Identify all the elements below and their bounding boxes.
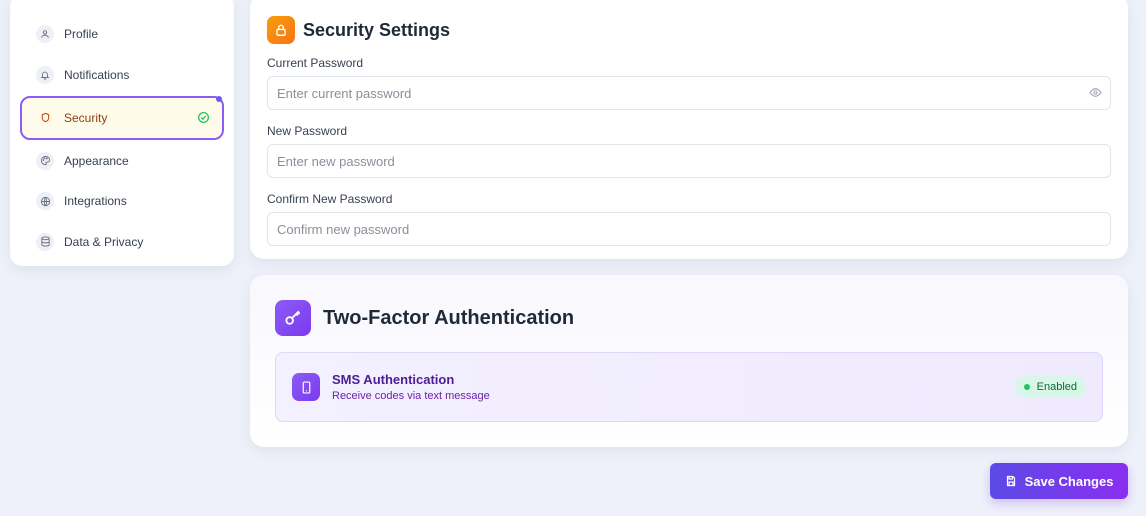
sidebar-item-notifications[interactable]: Notifications	[20, 55, 224, 95]
status-label: Enabled	[1036, 381, 1077, 393]
sidebar-item-profile[interactable]: Profile	[20, 14, 224, 54]
save-icon	[1005, 475, 1017, 487]
status-dot	[1023, 384, 1030, 390]
new-password-label: New Password	[267, 124, 348, 138]
confirm-password-label: Confirm New Password	[267, 192, 393, 206]
security-settings-card: Security Settings Current Password New P…	[250, 0, 1128, 259]
status-badge: Enabled	[1014, 376, 1086, 398]
sidebar-item-label: Integrations	[64, 194, 127, 208]
card-title: Security Settings	[303, 19, 451, 40]
save-button-label: Save Changes	[1024, 473, 1114, 489]
settings-sidebar: Profile Notifications Security Appearanc…	[10, 0, 234, 266]
shield-icon	[36, 109, 54, 127]
globe-icon	[36, 192, 54, 210]
active-indicator-dot	[216, 95, 222, 102]
sidebar-item-label: Appearance	[64, 153, 129, 168]
method-description: Receive codes via text message	[332, 390, 490, 402]
card-title: Two-Factor Authentication	[323, 306, 575, 329]
key-icon	[275, 300, 311, 336]
sidebar-item-data-privacy[interactable]: Data & Privacy	[20, 222, 224, 262]
save-changes-button[interactable]: Save Changes	[990, 463, 1128, 499]
two-factor-card: Two-Factor Authentication SMS Authentica…	[250, 275, 1128, 447]
sidebar-item-label: Notifications	[64, 67, 130, 82]
new-password-input[interactable]	[267, 144, 1111, 178]
sidebar-item-security[interactable]: Security	[20, 95, 224, 140]
method-title: SMS Authentication	[332, 372, 455, 387]
sidebar-item-integrations[interactable]: Integrations	[20, 181, 224, 221]
current-password-label: Current Password	[267, 56, 364, 70]
user-icon	[36, 25, 54, 43]
sidebar-item-appearance[interactable]: Appearance	[20, 141, 224, 181]
sms-authentication-row[interactable]: SMS Authentication Receive codes via tex…	[275, 352, 1103, 422]
card-header: Security Settings	[267, 16, 1111, 44]
smartphone-icon	[292, 373, 320, 401]
card-header: Two-Factor Authentication	[275, 300, 1103, 336]
sidebar-item-label: Security	[64, 110, 108, 125]
database-icon	[36, 232, 54, 251]
check-circle-icon	[196, 111, 210, 125]
sidebar-item-label: Profile	[64, 27, 99, 41]
eye-icon[interactable]	[1089, 86, 1103, 100]
confirm-password-input[interactable]	[267, 212, 1111, 246]
palette-icon	[36, 151, 54, 170]
lock-icon	[267, 16, 295, 44]
bell-icon	[36, 65, 54, 84]
current-password-input[interactable]	[267, 76, 1111, 110]
sidebar-item-label: Data & Privacy	[64, 234, 144, 249]
